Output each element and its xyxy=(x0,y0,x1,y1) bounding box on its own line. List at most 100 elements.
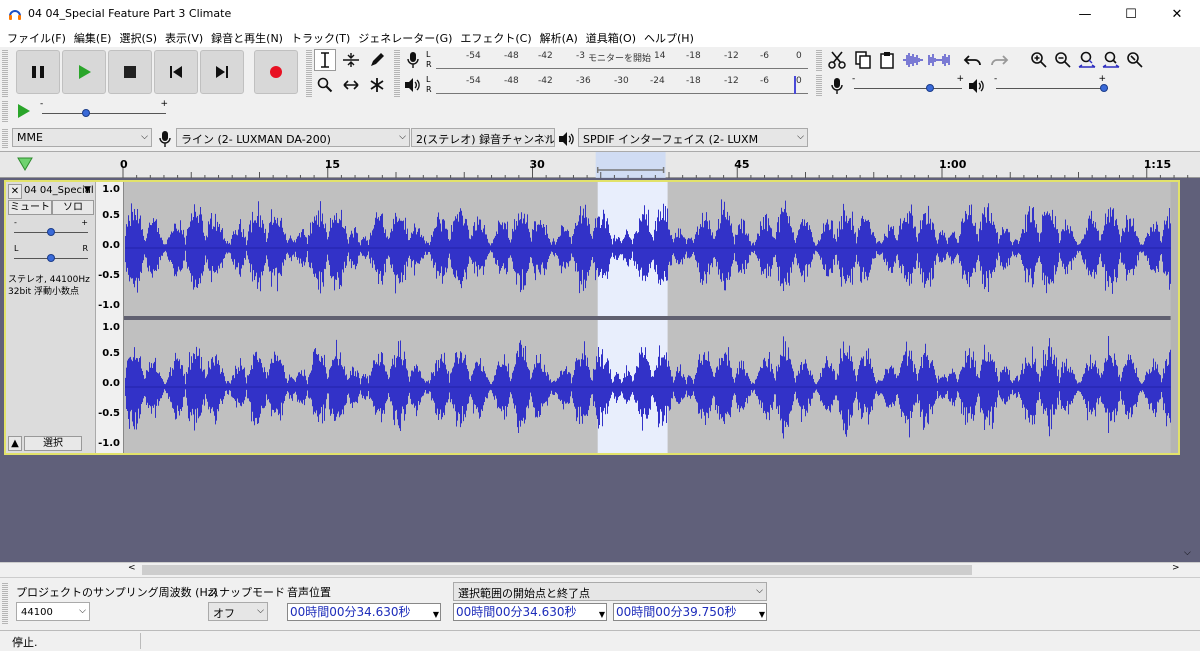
meter-left-label: L xyxy=(426,75,431,84)
device-toolbar-grip[interactable] xyxy=(2,128,8,148)
project-rate-label: プロジェクトのサンプリング周波数 (Hz) xyxy=(16,586,218,599)
time-shift-tool[interactable] xyxy=(340,74,362,96)
slider-knob[interactable] xyxy=(926,84,934,92)
scroll-down-icon[interactable]: ⌵ xyxy=(1184,548,1191,558)
multi-tool[interactable] xyxy=(366,74,388,96)
chevron-down-icon: ⌵ xyxy=(79,606,86,616)
after-audio-area xyxy=(1170,182,1178,453)
menu-help[interactable]: ヘルプ(H) xyxy=(641,30,699,46)
menu-effect[interactable]: エフェクト(C) xyxy=(457,30,536,46)
play-button[interactable] xyxy=(62,50,106,94)
selection-start-field[interactable]: 00時間00分34.630秒 ▼ xyxy=(453,603,607,621)
fit-project-button[interactable] xyxy=(1100,49,1122,71)
record-meter[interactable]: L R -54 -48 -42 -3 モニターを開始 14 -18 -12 -6… xyxy=(426,49,808,71)
selection-end-field[interactable]: 00時間00分39.750秒 ▼ xyxy=(613,603,767,621)
stop-button[interactable] xyxy=(108,50,152,94)
zoom-tool[interactable] xyxy=(314,74,336,96)
slider-knob[interactable] xyxy=(1100,84,1108,92)
selection-mode-select[interactable]: 選択範囲の開始点と終了点 ⌵ xyxy=(453,582,767,601)
skip-to-end-button[interactable] xyxy=(200,50,244,94)
transport-toolbar-grip[interactable] xyxy=(2,49,8,97)
slider-knob[interactable] xyxy=(47,254,55,262)
zoom-out-button[interactable] xyxy=(1052,49,1074,71)
menu-generate[interactable]: ジェネレーター(G) xyxy=(355,30,457,46)
menu-select[interactable]: 選択(S) xyxy=(116,30,162,46)
menu-view[interactable]: 表示(V) xyxy=(162,30,208,46)
select-track-button[interactable]: 選択 xyxy=(24,436,82,451)
menu-tools[interactable]: 道具箱(O) xyxy=(583,30,641,46)
menu-analyze[interactable]: 解析(A) xyxy=(537,30,583,46)
play-speed-slider[interactable]: - + xyxy=(38,99,170,121)
snap-mode-select[interactable]: オフ ⌵ xyxy=(208,602,268,621)
recording-device-select[interactable]: ライン (2- LUXMAN DA-200) ⌵ xyxy=(176,128,410,147)
timeline-label: 1:15 xyxy=(1143,158,1172,171)
waveform-display[interactable] xyxy=(124,182,1178,453)
menu-edit[interactable]: 編集(E) xyxy=(71,30,117,46)
menu-file[interactable]: ファイル(F) xyxy=(4,30,71,46)
horizontal-scrollbar[interactable]: < > xyxy=(0,562,1200,576)
copy-button[interactable] xyxy=(852,49,874,71)
selection-mode-value: 選択範囲の開始点と終了点 xyxy=(458,587,590,600)
maximize-button[interactable]: ☐ xyxy=(1108,0,1154,28)
track-menu-arrow-icon[interactable]: ▼ xyxy=(84,185,91,195)
paste-button[interactable] xyxy=(876,49,898,71)
selection-toolbar-grip[interactable] xyxy=(2,582,8,624)
track-panel[interactable]: ✕ 04 04_Special ▼ ミュート ソロ - + L R ステレオ, … xyxy=(0,178,1200,562)
timeline-label: 45 xyxy=(734,158,750,171)
record-volume-slider[interactable]: - + xyxy=(852,74,964,96)
audio-position-field[interactable]: 00時間00分34.630秒 ▼ xyxy=(287,603,441,621)
play-meter[interactable]: L R -54 -48 -42 -36 -30 -24 -18 -12 -6 0 xyxy=(426,74,808,96)
playback-device-select[interactable]: SPDIF インターフェイス (2- LUXM ⌵ xyxy=(578,128,808,147)
pan-slider[interactable]: L R xyxy=(14,244,88,264)
skip-to-start-button[interactable] xyxy=(154,50,198,94)
project-rate-select[interactable]: 44100 ⌵ xyxy=(16,602,90,621)
collapse-track-button[interactable]: ▲ xyxy=(8,436,22,451)
envelope-tool[interactable] xyxy=(340,49,362,71)
trim-audio-button[interactable] xyxy=(902,49,924,71)
cut-button[interactable] xyxy=(826,49,848,71)
recording-channels-select[interactable]: 2(ステレオ) 録音チャンネル ⌵ xyxy=(411,128,555,147)
minimize-button[interactable]: — xyxy=(1062,0,1108,28)
undo-button[interactable] xyxy=(962,49,984,71)
copy-icon xyxy=(855,51,871,69)
edit-toolbar-grip[interactable] xyxy=(816,49,822,71)
play-at-speed-button[interactable] xyxy=(12,100,34,122)
fit-selection-button[interactable] xyxy=(1076,49,1098,71)
mute-button[interactable]: ミュート xyxy=(8,200,52,215)
start-monitoring-label[interactable]: モニターを開始 xyxy=(588,51,651,64)
play-volume-slider[interactable]: - + xyxy=(994,74,1110,96)
zoom-in-button[interactable] xyxy=(1028,49,1050,71)
record-button[interactable] xyxy=(254,50,298,94)
slider-knob[interactable] xyxy=(47,228,55,236)
audio-track[interactable]: ✕ 04 04_Special ▼ ミュート ソロ - + L R ステレオ, … xyxy=(4,180,1180,455)
close-button[interactable]: ✕ xyxy=(1154,0,1200,28)
meter-tick: -3 xyxy=(576,51,585,61)
chevron-down-icon: ▼ xyxy=(432,610,439,619)
tools-toolbar-grip[interactable] xyxy=(306,49,312,97)
zoom-toggle-button[interactable] xyxy=(1124,49,1146,71)
record-meter-button[interactable] xyxy=(402,49,424,71)
selection-tool[interactable] xyxy=(314,49,336,71)
gain-slider[interactable]: - + xyxy=(14,218,88,238)
play-at-speed-toolbar-grip[interactable] xyxy=(2,100,8,122)
play-meter-button[interactable] xyxy=(402,74,424,96)
menu-transport[interactable]: 録音と再生(N) xyxy=(208,30,288,46)
menu-tracks[interactable]: トラック(T) xyxy=(288,30,355,46)
scroll-right-icon[interactable]: > xyxy=(1172,563,1180,573)
redo-button[interactable] xyxy=(988,49,1010,71)
scroll-left-icon[interactable]: < xyxy=(128,563,136,573)
draw-tool[interactable] xyxy=(366,49,388,71)
timeline-ruler[interactable]: 0 15 30 45 1:00 1:15 xyxy=(0,151,1200,179)
meter-toolbar-grip[interactable] xyxy=(394,49,400,97)
silence-audio-button[interactable] xyxy=(928,49,950,71)
audio-host-select[interactable]: MME ⌵ xyxy=(12,128,152,147)
play-icon xyxy=(79,65,91,79)
slider-knob[interactable] xyxy=(82,109,90,117)
slider-track xyxy=(854,88,962,89)
timeline-label: 0 xyxy=(120,158,128,171)
track-close-button[interactable]: ✕ xyxy=(8,184,22,199)
scroll-thumb[interactable] xyxy=(142,565,972,575)
pause-button[interactable] xyxy=(16,50,60,94)
mixer-toolbar-grip[interactable] xyxy=(816,74,822,96)
solo-button[interactable]: ソロ xyxy=(52,200,94,215)
